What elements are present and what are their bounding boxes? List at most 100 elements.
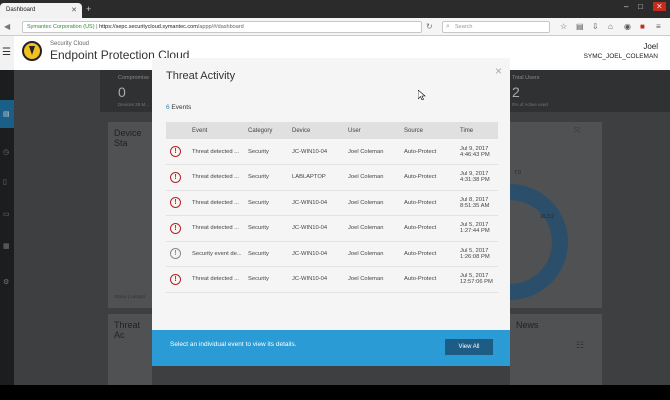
col-source[interactable]: Source (400, 122, 456, 139)
user-name[interactable]: Joel (643, 42, 658, 51)
table-row[interactable]: ! Threat detected ... Security JC-WIN10-04 J… (166, 190, 498, 216)
url-bar[interactable]: Symantec Corporation (US) | https://sepc… (22, 21, 422, 33)
threat-alert-icon: ! (170, 146, 181, 157)
device-status-footer: Status | Lastupt (114, 294, 146, 299)
source-cell: Auto-Protect (400, 190, 456, 216)
time-cell: Jul 5, 2017 1:26:08 PM (456, 241, 498, 267)
event-time: 4:46:43 PM (460, 151, 490, 158)
event-cell: Security event de... (188, 241, 244, 267)
news-panel: News ☷ (510, 314, 602, 385)
view-all-button[interactable]: View All (445, 339, 493, 355)
url-path: /appp/#/dashboard (197, 24, 244, 30)
search-icon: ⌕ (446, 23, 450, 30)
device-cell: JC-WIN10-04 (288, 266, 344, 293)
device-status-panel: Device Sta Status | Lastupt (108, 122, 152, 308)
news-panel-title: News (516, 320, 539, 330)
stat-users-sub: 0% of Active used (512, 102, 548, 107)
category-cell: Security (244, 266, 288, 293)
policies-nav-icon[interactable]: ▯ (3, 178, 7, 186)
col-user[interactable]: User (344, 122, 400, 139)
col-event[interactable]: Event (188, 122, 244, 139)
device-cell: JC-WIN10-04 (288, 139, 344, 165)
users-nav-icon[interactable]: ▭ (3, 210, 10, 218)
event-time: 1:27:44 PM (460, 228, 490, 235)
search-placeholder: Search (455, 24, 473, 30)
dashboard-nav-icon[interactable]: ▤ (3, 110, 10, 118)
stat-users-label: Total Users (512, 75, 540, 81)
minimize-icon[interactable]: – (624, 2, 628, 11)
severity-cell: ! (166, 241, 188, 267)
table-row[interactable]: ! Threat detected ... Security LABLAPTOP Joe… (166, 164, 498, 191)
col-severity (166, 122, 188, 139)
panel-collapse-icon[interactable]: ⤧ (574, 126, 580, 136)
event-cell: Threat detected ... (188, 215, 244, 242)
donut-chart (510, 184, 568, 300)
bottom-strip (0, 385, 670, 400)
reading-list-icon[interactable]: ▤ (576, 22, 584, 31)
time-cell: Jul 8, 2017 8:51:35 AM (456, 190, 498, 216)
table-row[interactable]: ! Threat detected ... Security JC-WIN10-04 J… (166, 139, 498, 165)
stat-compromised-value: 0 (118, 84, 126, 100)
severity-cell: ! (166, 139, 188, 165)
device-chart-panel: 7.0 10.3.2 ⤧ (510, 122, 602, 308)
browser-tab[interactable]: Dashboard ✕ (0, 3, 82, 18)
device-cell: JC-WIN10-04 (288, 241, 344, 267)
browser-navbar: ◀ Symantec Corporation (US) | https://se… (0, 18, 670, 36)
table-row[interactable]: ! Security event de... Security JC-WIN10-04… (166, 241, 498, 267)
close-icon[interactable]: × (495, 64, 502, 78)
event-count-label: Events (169, 104, 192, 111)
download-icon[interactable]: ⇩ (592, 22, 599, 31)
severity-cell: ! (166, 190, 188, 216)
threat-activity-panel: Threat Ac (108, 314, 152, 385)
bookmark-star-icon[interactable]: ☆ (560, 22, 567, 31)
source-cell: Auto-Protect (400, 266, 456, 293)
hamburger-menu-icon[interactable]: ☰ (0, 36, 14, 70)
extension-icon[interactable]: ■ (640, 22, 645, 31)
source-cell: Auto-Protect (400, 241, 456, 267)
category-cell: Security (244, 241, 288, 267)
modal-title: Threat Activity (166, 70, 236, 82)
footer-message: Select an individual event to view its d… (170, 341, 297, 348)
table-row[interactable]: ! Threat detected ... Security JC-WIN10-04 J… (166, 215, 498, 242)
pocket-icon[interactable]: ◉ (624, 22, 631, 31)
maximize-icon[interactable]: □ (638, 2, 643, 11)
col-category[interactable]: Category (244, 122, 288, 139)
menu-icon[interactable]: ≡ (656, 22, 661, 31)
table-header-row: Event Category Device User Source Time (166, 122, 498, 139)
symantec-logo (22, 41, 42, 61)
chart-label-a: 7.0 (514, 170, 521, 176)
reports-nav-icon[interactable]: ▦ (3, 242, 10, 250)
tab-close-icon[interactable]: ✕ (71, 6, 77, 14)
settings-nav-icon[interactable]: ⚙ (3, 278, 9, 286)
threat-alert-icon: ! (170, 222, 181, 234)
stat-compromised-label: Compromise (118, 75, 150, 81)
user-cell: Joel Coleman (344, 266, 400, 293)
chart-label-b: 10.3.2 (540, 214, 554, 220)
time-cell: Jul 9, 2017 4:31:38 PM (456, 164, 498, 191)
search-input[interactable]: ⌕ Search (442, 21, 550, 33)
table-row[interactable]: ! Threat detected ... Security JC-WIN10-04 J… (166, 266, 498, 293)
browser-tabbar: Dashboard ✕ + – □ ✕ (0, 0, 670, 18)
threat-alert-icon: ! (170, 197, 181, 209)
tab-title: Dashboard (6, 7, 36, 13)
side-nav: ▤ ◷ ▯ ▭ ▦ ⚙ (0, 70, 14, 385)
severity-cell: ! (166, 164, 188, 191)
user-cell: Joel Coleman (344, 190, 400, 216)
time-cell: Jul 9, 2017 4:46:43 PM (456, 139, 498, 165)
col-device[interactable]: Device (288, 122, 344, 139)
severity-cell: ! (166, 215, 188, 242)
back-icon[interactable]: ◀ (4, 22, 10, 31)
col-time[interactable]: Time (456, 122, 498, 139)
reload-icon[interactable]: ↻ (426, 22, 433, 31)
device-cell: JC-WIN10-04 (288, 190, 344, 216)
device-cell: JC-WIN10-04 (288, 215, 344, 242)
window-close-icon[interactable]: ✕ (653, 2, 666, 11)
new-tab-button[interactable]: + (86, 4, 91, 14)
event-time: 1:26:08 PM (460, 253, 490, 260)
event-cell: Threat detected ... (188, 266, 244, 293)
threat-panel-title: Threat Ac (114, 320, 141, 340)
home-icon[interactable]: ⌂ (608, 22, 613, 31)
news-list-icon[interactable]: ☷ (576, 340, 584, 351)
devices-nav-icon[interactable]: ◷ (3, 148, 9, 156)
category-cell: Security (244, 215, 288, 242)
